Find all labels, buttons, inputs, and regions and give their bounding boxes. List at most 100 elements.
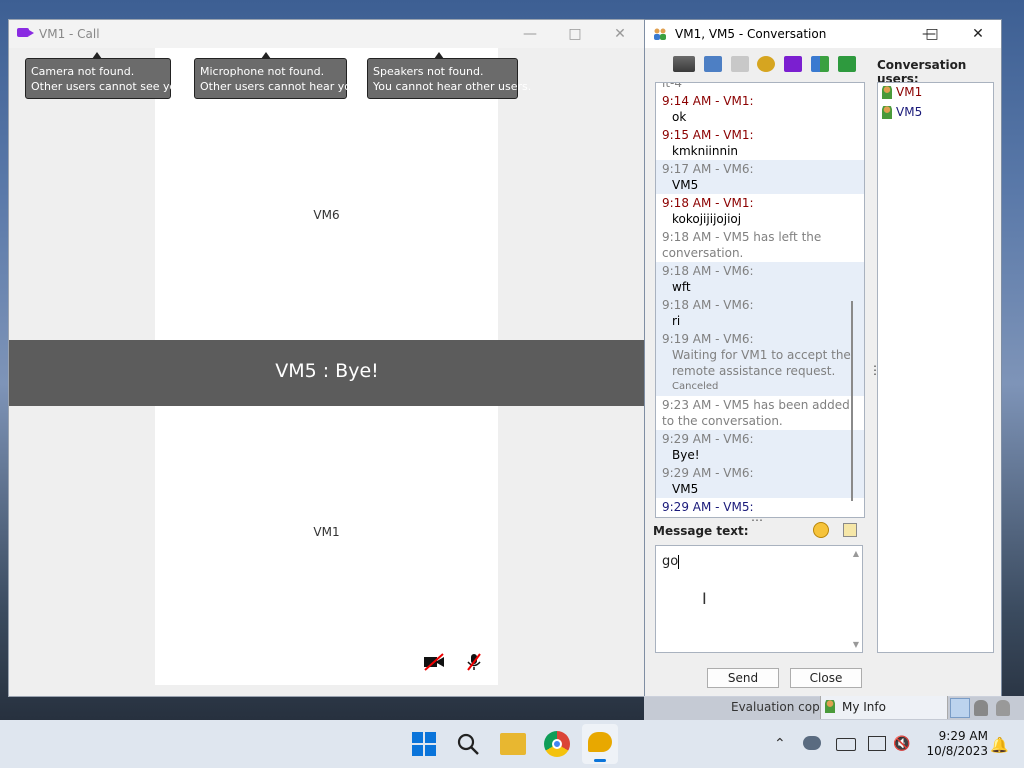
remote-video-label: VM6 (313, 208, 340, 222)
chat-message-header: 9:18 AM - VM1: (662, 196, 754, 210)
clock-date: 10/8/2023 (926, 744, 988, 758)
chat-message: 9:23 AM - VM5 has been added to the conv… (656, 396, 864, 430)
chat-message-body: VM5 (672, 178, 699, 192)
messenger-statusbar: Evaluation copy My Info (644, 696, 1024, 720)
online-users-icon[interactable] (950, 698, 970, 718)
speakers-tooltip-line2: You cannot hear other users. (373, 80, 532, 93)
copy-icon[interactable] (730, 56, 749, 72)
chat-message-header: 9:14 AM - VM1: (662, 94, 754, 108)
format-text-icon[interactable] (843, 523, 857, 537)
call-window-title: VM1 - Call (39, 27, 100, 41)
scroll-down-arrow[interactable]: ▼ (853, 640, 859, 649)
microphone-tooltip-line2: Other users cannot hear you. (200, 80, 362, 93)
chat-message-header: 9:18 AM - VM6: (662, 298, 754, 312)
chat-history[interactable]: it-4 9:14 AM - VM1: ok 9:15 AM - VM1: kmknii… (655, 82, 865, 518)
users-icon (654, 28, 666, 40)
camera-tooltip-line2: Other users cannot see you. (31, 80, 187, 93)
close-conversation-button[interactable]: Close (790, 668, 862, 688)
conversation-user-item[interactable]: VM1 (878, 83, 993, 103)
remote-assistance-icon[interactable] (673, 56, 695, 72)
chat-message: 9:29 AM - VM6: VM5 (656, 464, 864, 498)
chat-message: 9:29 AM - VM6: Bye! (656, 430, 864, 464)
chat-message: 9:18 AM - VM6: ri (656, 296, 864, 330)
chat-message: it-4 (656, 82, 864, 92)
chat-message-body: kmkniinnin (672, 144, 739, 158)
message-input-text[interactable]: go (662, 554, 680, 569)
user-avatar-icon (882, 106, 892, 119)
notification-bell-icon[interactable]: 🔔 (990, 736, 1009, 754)
search-icon[interactable] (456, 732, 480, 756)
user-status-icon (825, 700, 835, 713)
camera-tooltip-line1: Camera not found. (31, 65, 135, 78)
microphone-tooltip-line1: Microphone not found. (200, 65, 325, 78)
message-banner: VM5 : Bye! (9, 340, 645, 406)
message-input[interactable]: go ▲ ▼ (655, 545, 863, 653)
history-icon[interactable] (703, 56, 722, 72)
call-titlebar[interactable]: VM1 - Call — □ ✕ (9, 20, 645, 48)
resize-handle[interactable]: ⋯ (751, 513, 763, 527)
conversation-titlebar[interactable]: VM1, VM5 - Conversation — □ ✕ (645, 20, 1001, 48)
maximize-button[interactable]: □ (555, 20, 595, 48)
text-cursor-icon: I (702, 589, 707, 608)
close-button[interactable]: ✕ (600, 20, 640, 48)
chat-message-status: Canceled (672, 381, 719, 392)
chevron-up-icon[interactable]: ⌃ (774, 736, 786, 752)
chat-message: 9:18 AM - VM6: wft (656, 262, 864, 296)
onedrive-icon[interactable] (803, 736, 821, 750)
contacts-icon[interactable] (996, 700, 1010, 716)
chat-message-body: Waiting for VM1 to accept the remote ass… (672, 348, 851, 378)
chat-message: 9:17 AM - VM6: VM5 (656, 160, 864, 194)
keyboard-icon[interactable] (836, 738, 856, 751)
chat-scrollbar[interactable] (851, 301, 853, 501)
offline-users-icon[interactable] (974, 700, 988, 716)
scroll-up-arrow[interactable]: ▲ (853, 549, 859, 558)
network-icon[interactable] (868, 736, 886, 751)
chat-message: 9:19 AM - VM6: Waiting for VM1 to accept … (656, 330, 864, 396)
message-input-value: go (662, 554, 679, 569)
text-caret (678, 554, 680, 569)
banner-text: VM5 : Bye! (275, 360, 379, 382)
add-user-icon[interactable] (811, 56, 830, 72)
chat-message-header: 9:19 AM - VM6: (662, 332, 754, 346)
volume-muted-icon[interactable]: 🔇 (893, 736, 910, 752)
minimize-button[interactable]: — (510, 20, 550, 48)
mic-off-icon[interactable] (462, 652, 486, 672)
send-button[interactable]: Send (707, 668, 779, 688)
local-video-label: VM1 (313, 525, 340, 539)
chat-message-body: kokojijijojioj (672, 212, 742, 226)
settings-icon[interactable] (757, 56, 776, 72)
chat-message-header: 9:18 AM - VM5 has left the conversation. (662, 230, 822, 260)
evaluation-label: Evaluation copy (731, 700, 827, 714)
my-info-button[interactable]: My Info (820, 696, 948, 719)
conversation-users-list: VM1 VM5 (877, 82, 994, 653)
send-file-icon[interactable] (837, 56, 856, 72)
chat-message-header: 9:29 AM - VM6: (662, 466, 754, 480)
messenger-taskbar-button[interactable] (582, 724, 618, 764)
message-text-label: Message text: (653, 524, 749, 538)
camera-off-icon[interactable] (422, 652, 446, 672)
call-window: VM1 - Call — □ ✕ VM6 VM5 : Bye! VM1 Came… (8, 19, 646, 697)
chat-message-body: VM5 (672, 482, 699, 496)
start-icon[interactable] (412, 732, 436, 756)
chat-message-header: 9:17 AM - VM6: (662, 162, 754, 176)
chat-message-header: 9:23 AM - VM5 has been added to the conv… (662, 398, 850, 428)
chat-message-header: it-4 (662, 82, 683, 90)
conversation-user-name: VM5 (896, 105, 923, 119)
microphone-tooltip: Microphone not found. Other users cannot… (194, 52, 362, 99)
clock-time: 9:29 AM (938, 729, 988, 743)
chrome-icon[interactable] (544, 731, 570, 757)
clock[interactable]: 9:29 AM 10/8/2023 (926, 729, 988, 759)
maximize-glyph: □ (925, 26, 939, 42)
conversation-user-item[interactable]: VM5 (878, 103, 993, 123)
file-explorer-icon[interactable] (500, 733, 526, 755)
conversation-window: VM1, VM5 - Conversation — □ ✕ Conversati… (644, 19, 1002, 697)
emoticon-icon[interactable] (813, 522, 829, 538)
chat-message-header: 9:18 AM - VM6: (662, 264, 754, 278)
chat-message-body: ok (672, 110, 687, 124)
video-call-icon[interactable] (784, 56, 803, 72)
close-button[interactable]: ✕ (958, 20, 998, 48)
conversation-user-name: VM1 (896, 85, 923, 99)
user-avatar-icon (882, 86, 892, 99)
conversation-window-title: VM1, VM5 - Conversation (675, 27, 827, 41)
video-camera-icon (17, 28, 34, 37)
